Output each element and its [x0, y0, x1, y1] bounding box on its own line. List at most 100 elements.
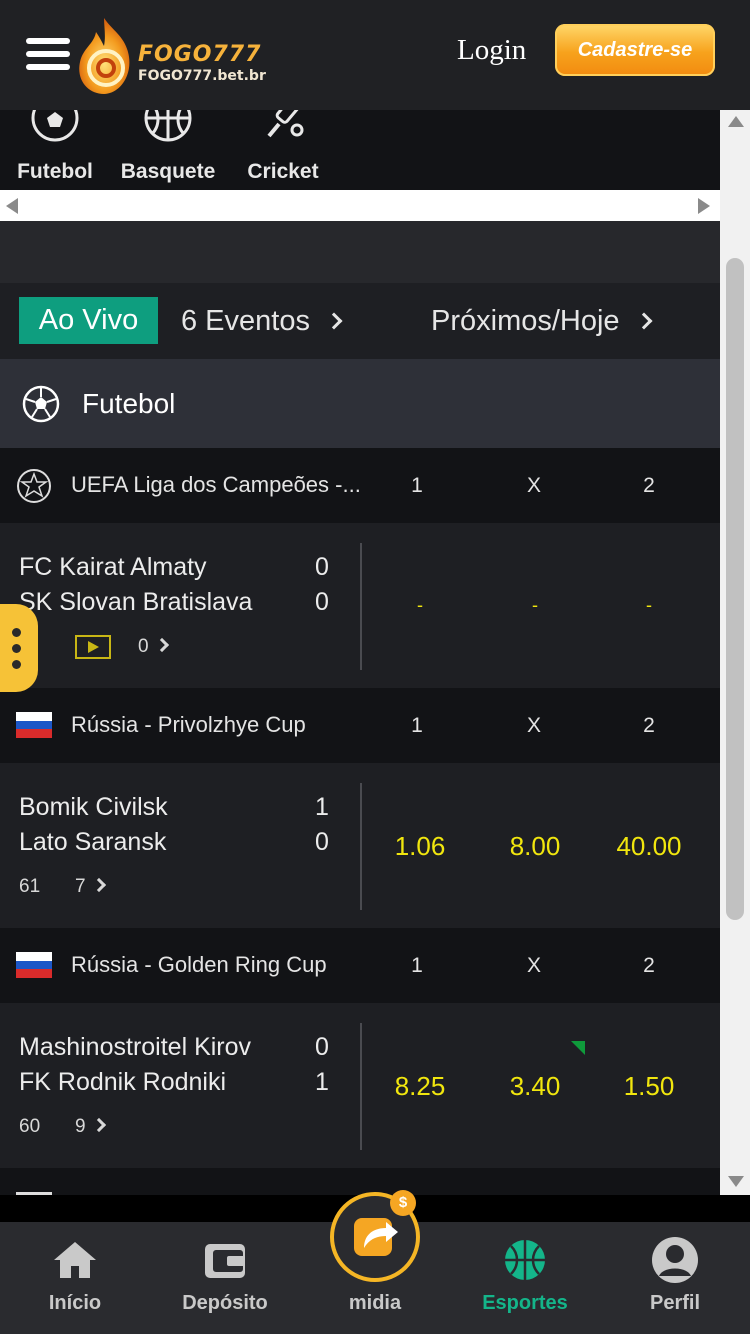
- basketball-icon: [144, 110, 192, 142]
- odd-draw[interactable]: 3.40: [480, 1071, 590, 1102]
- category-futebol[interactable]: Futebol: [0, 110, 110, 190]
- odd-home[interactable]: 1.06: [365, 831, 475, 862]
- home-team: Mashinostroitel Kirov: [19, 1033, 252, 1061]
- nav-esportes[interactable]: Esportes: [450, 1222, 600, 1334]
- odds-header-2: 2: [643, 714, 655, 737]
- nav-label: Depósito: [182, 1292, 268, 1314]
- match-minute: 60: [19, 1116, 41, 1137]
- more-markets-count: 0: [138, 636, 149, 657]
- odd-away[interactable]: -: [594, 595, 704, 616]
- more-markets-link[interactable]: 9: [75, 1116, 106, 1138]
- odds-change-indicator-icon: [571, 1041, 585, 1055]
- home-score: 1: [315, 793, 329, 821]
- chevron-right-icon: [91, 877, 106, 893]
- sport-section-header: Futebol: [0, 359, 720, 448]
- coin-badge-icon: $: [390, 1190, 416, 1216]
- league-header[interactable]: Rússia - Privolzhye Cup 1 X 2: [0, 688, 720, 763]
- logo-text: FOGO777: [138, 42, 262, 67]
- live-filter-bar: Ao Vivo 6 Eventos Próximos/Hoje: [0, 283, 720, 359]
- away-score: 0: [315, 828, 329, 856]
- home-icon: [54, 1242, 96, 1278]
- flame-logo-icon: [79, 18, 130, 94]
- odd-home[interactable]: -: [365, 595, 475, 616]
- away-score: 1: [315, 1068, 329, 1096]
- floating-menu-handle[interactable]: [0, 604, 38, 692]
- category-basquete[interactable]: Basquete: [113, 110, 223, 190]
- profile-icon: [652, 1237, 698, 1283]
- divider: [360, 783, 362, 910]
- away-team: FK Rodnik Rodniki: [19, 1068, 227, 1096]
- chevron-right-icon: [325, 312, 343, 330]
- logo-domain: FOGO777.bet.br: [138, 68, 266, 84]
- scroll-up-arrow-icon[interactable]: [728, 116, 744, 127]
- chevron-right-icon: [91, 1117, 106, 1133]
- odd-draw[interactable]: -: [480, 595, 590, 616]
- more-markets-link[interactable]: 7: [75, 876, 106, 898]
- odds-header-2: 2: [643, 474, 655, 497]
- league-header[interactable]: Rússia - Golden Ring Cup 1 X 2: [0, 928, 720, 1003]
- events-count-link[interactable]: 6 Eventos: [181, 305, 343, 338]
- match-minute: 61: [19, 876, 41, 897]
- home-score: 0: [315, 553, 329, 581]
- spacer: [0, 221, 720, 283]
- category-label: Cricket: [247, 160, 319, 183]
- match-row[interactable]: FC Kairat Almaty 0 SK Slovan Bratislava …: [0, 523, 720, 688]
- league-name: Rússia - Privolzhye Cup: [71, 712, 306, 737]
- events-label: 6 Eventos: [181, 305, 310, 337]
- basketball-icon: [505, 1240, 545, 1280]
- odd-draw[interactable]: 8.00: [480, 831, 590, 862]
- next-league-header-partial: [0, 1168, 720, 1195]
- russia-flag-icon: [16, 712, 52, 738]
- odd-away[interactable]: 1.50: [594, 1071, 704, 1102]
- scroll-down-arrow-icon[interactable]: [728, 1176, 744, 1187]
- scroll-right-arrow-icon[interactable]: [698, 198, 710, 214]
- match-row[interactable]: Mashinostroitel Kirov 0 FK Rodnik Rodnik…: [0, 1003, 720, 1168]
- nav-label: midia: [348, 1292, 402, 1314]
- vertical-scrollbar[interactable]: [720, 110, 750, 1195]
- top-header: FOGO777 FOGO777.bet.br Login Cadastre-se: [0, 0, 750, 110]
- cricket-bat-icon: [267, 110, 304, 138]
- scrollbar-thumb[interactable]: [726, 258, 744, 920]
- upcoming-label: Próximos/Hoje: [431, 305, 620, 337]
- signup-button[interactable]: Cadastre-se: [555, 24, 715, 76]
- category-label: Futebol: [17, 160, 93, 183]
- live-stream-icon[interactable]: [75, 635, 111, 659]
- nav-label: Esportes: [482, 1292, 568, 1314]
- more-markets-link[interactable]: 0: [138, 636, 169, 658]
- category-cricket[interactable]: Cricket: [228, 110, 338, 190]
- away-team: SK Slovan Bratislava: [19, 588, 253, 616]
- nav-inicio[interactable]: Início: [0, 1222, 150, 1334]
- home-team: Bomik Civilsk: [19, 793, 168, 821]
- odd-away[interactable]: 40.00: [594, 831, 704, 862]
- scroll-left-arrow-icon[interactable]: [6, 198, 18, 214]
- upcoming-today-link[interactable]: Próximos/Hoje: [431, 305, 653, 338]
- brand-logo[interactable]: FOGO777 FOGO777.bet.br: [74, 16, 274, 98]
- home-team: FC Kairat Almaty: [19, 553, 207, 581]
- more-markets-count: 7: [75, 876, 86, 897]
- league-header[interactable]: UEFA Liga dos Campeões -... 1 X 2: [0, 448, 720, 523]
- category-label: Basquete: [120, 160, 216, 183]
- horizontal-scrollbar[interactable]: [0, 190, 720, 221]
- odds-header-x: X: [526, 954, 541, 977]
- chevron-right-icon: [635, 312, 653, 330]
- nav-label: Início: [48, 1292, 102, 1314]
- divider: [360, 1023, 362, 1150]
- menu-icon[interactable]: [26, 38, 70, 74]
- login-link[interactable]: Login: [457, 34, 526, 67]
- odds-header-2: 2: [643, 954, 655, 977]
- wallet-icon: [205, 1244, 245, 1278]
- odds-header-1: 1: [411, 714, 423, 737]
- odd-home[interactable]: 8.25: [365, 1071, 475, 1102]
- soccer-ball-icon: [31, 110, 79, 142]
- odds-header-x: X: [526, 714, 541, 737]
- away-team: Lato Saransk: [19, 828, 167, 856]
- chevron-right-icon: [154, 637, 169, 653]
- live-tab[interactable]: Ao Vivo: [19, 297, 158, 344]
- match-row[interactable]: Bomik Civilsk 1 Lato Saransk 0 61 7 1.06…: [0, 763, 720, 928]
- russia-flag-icon: [16, 952, 52, 978]
- divider: [360, 543, 362, 670]
- nav-perfil[interactable]: Perfil: [600, 1222, 750, 1334]
- nav-deposito[interactable]: Depósito: [150, 1222, 300, 1334]
- odds-header-1: 1: [411, 954, 423, 977]
- nav-label: Perfil: [649, 1292, 701, 1314]
